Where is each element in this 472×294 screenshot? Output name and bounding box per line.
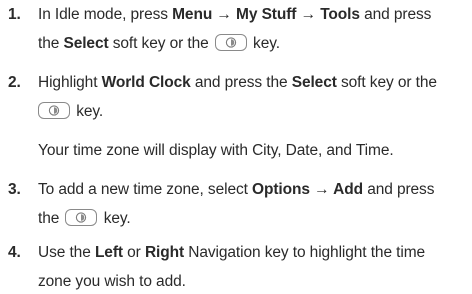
step-3-text: the: [38, 210, 60, 227]
select-term: Select: [291, 74, 337, 91]
arrow: →: [296, 6, 321, 23]
tools-term: Tools: [320, 6, 360, 23]
step-1-text: the: [38, 35, 64, 52]
step-4-line-2: zone you wish to add.: [38, 273, 186, 290]
step-4-text: Navigation key to highlight the time: [184, 244, 426, 261]
my-stuff-term: My Stuff: [236, 6, 297, 23]
step-1-line-1: In Idle mode, press Menu → My Stuff → To…: [38, 5, 431, 25]
step-4-line-1: Use the Left or Right Navigation key to …: [38, 243, 425, 263]
arrow: →: [309, 181, 334, 198]
center-select-key-icon: [38, 102, 70, 119]
step-1-text: soft key or the: [108, 35, 209, 52]
step-3-text: and press: [362, 181, 435, 198]
step-3-line-1: To add a new time zone, select Options →…: [38, 180, 434, 200]
step-3-text: key.: [103, 210, 131, 227]
step-2-line-1: Highlight World Clock and press the Sele…: [38, 73, 437, 93]
step-2-text: soft key or the: [336, 74, 437, 91]
step-3-line-2: the key.: [38, 209, 131, 229]
step-2-text: key.: [76, 103, 104, 120]
step-2-text: Highlight: [38, 74, 102, 91]
step-4-number: 4.: [8, 244, 21, 261]
center-select-key-icon: [65, 209, 98, 226]
step-2-text: and press the: [190, 74, 292, 91]
step-4-text: or: [122, 244, 145, 261]
step-2-number: 2.: [8, 74, 21, 91]
step-4-text: Use the: [38, 244, 95, 261]
step-3-text: To add a new time zone, select: [38, 181, 253, 198]
step-1-text: and press: [359, 6, 432, 23]
arrow: →: [212, 6, 237, 23]
center-select-key-icon: [214, 34, 247, 51]
step-1-text: In Idle mode, press: [38, 6, 173, 23]
world-clock-term: World Clock: [101, 74, 191, 91]
left-term: Left: [94, 244, 123, 261]
options-term: Options: [252, 181, 310, 198]
add-term: Add: [333, 181, 363, 198]
step-3-number: 3.: [8, 181, 21, 198]
step-2-line-2: key.: [38, 102, 103, 122]
select-term: Select: [63, 35, 109, 52]
step-2-note: Your time zone will display with City, D…: [38, 142, 394, 159]
step-1-text: key.: [253, 35, 280, 52]
menu-term: Menu: [172, 6, 213, 23]
step-1-line-2: the Select soft key or the key.: [38, 34, 280, 54]
right-term: Right: [144, 244, 185, 261]
step-1-number: 1.: [8, 6, 21, 23]
instruction-page: 1. In Idle mode, press Menu → My Stuff →…: [0, 0, 472, 294]
